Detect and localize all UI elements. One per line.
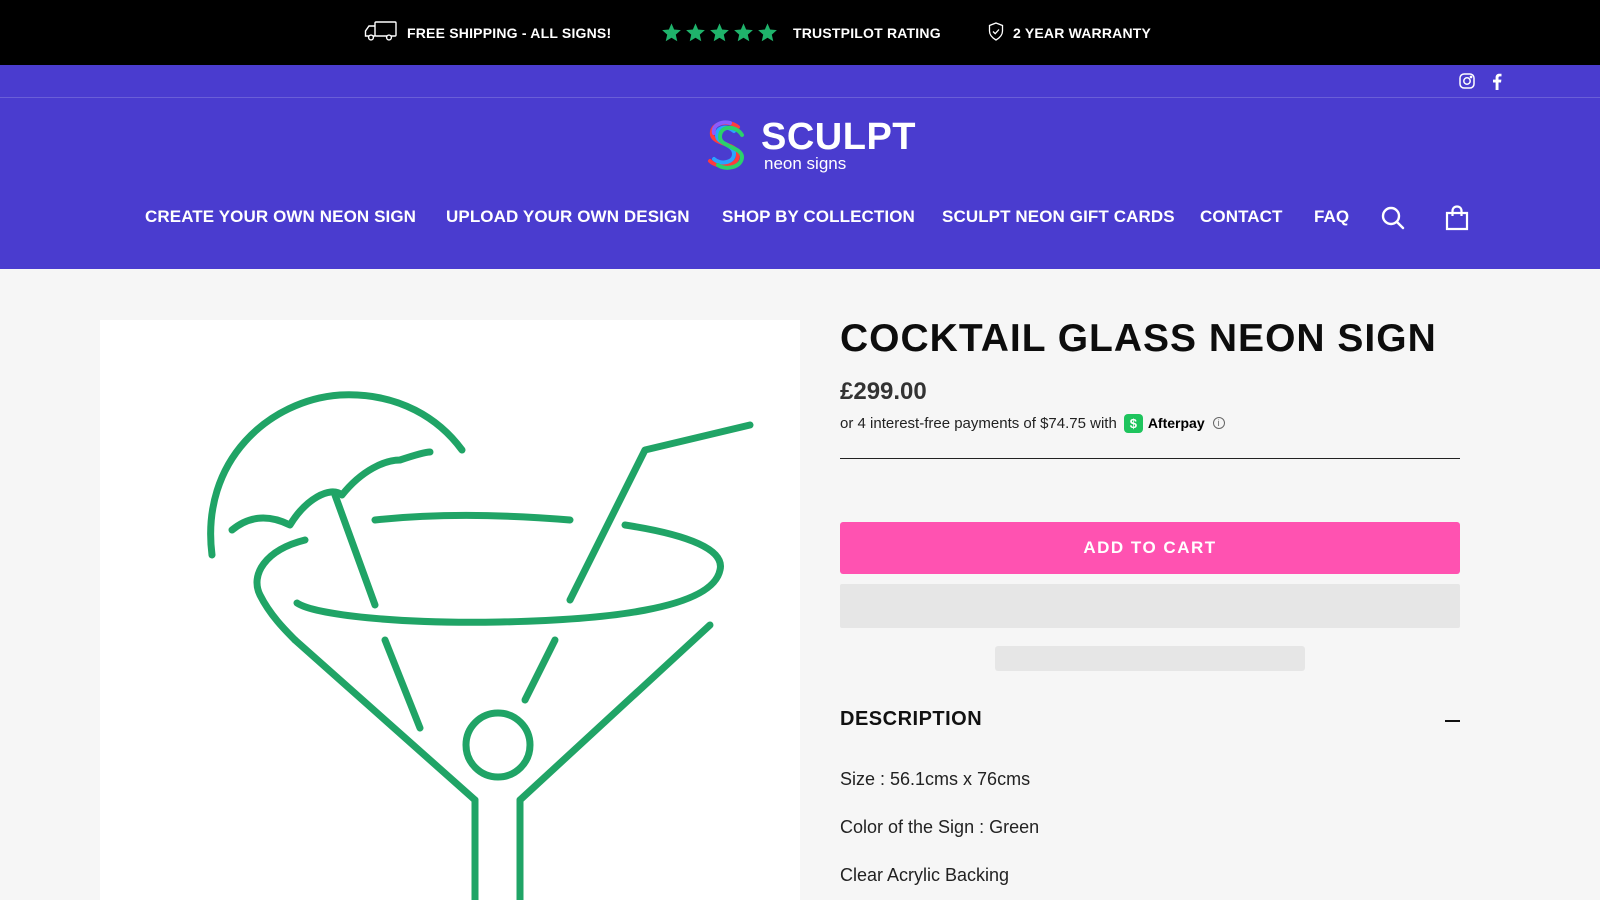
cart-icon[interactable] — [1444, 205, 1470, 231]
afterpay-brand: Afterpay — [1147, 415, 1205, 431]
divider — [840, 458, 1460, 459]
free-shipping-notice: FREE SHIPPING - ALL SIGNS! — [364, 0, 611, 65]
trustpilot-text: TRUSTPILOT RATING — [793, 24, 941, 41]
utility-bar — [0, 65, 1600, 98]
cocktail-glass-neon-graphic — [207, 391, 754, 900]
afterpay-installments: or 4 interest-free payments of $74.75 wi… — [840, 412, 1225, 434]
site-header: SCULPT neon signs CREATE YOUR OWN NEON S… — [0, 65, 1600, 269]
logo-wordmark: SCULPT — [761, 116, 916, 158]
trustpilot-rating[interactable]: TRUSTPILOT RATING — [661, 0, 941, 65]
warranty-notice: 2 YEAR WARRANTY — [988, 0, 1151, 65]
nav-shop-by-collection[interactable]: SHOP BY COLLECTION — [722, 199, 915, 235]
nav-create-your-own[interactable]: CREATE YOUR OWN NEON SIGN — [145, 199, 416, 235]
logo-tagline: neon signs — [764, 154, 847, 173]
description-color: Color of the Sign : Green — [840, 817, 1040, 837]
nav-contact[interactable]: CONTACT — [1200, 199, 1283, 235]
nav-upload-design[interactable]: UPLOAD YOUR OWN DESIGN — [446, 199, 690, 235]
info-icon[interactable]: i — [1212, 417, 1225, 429]
afterpay-logo-icon: $ — [1123, 413, 1143, 433]
olive — [462, 709, 534, 781]
product-title: COCKTAIL GLASS NEON SIGN — [840, 317, 1437, 360]
search-icon[interactable] — [1380, 205, 1406, 231]
express-checkout-placeholder[interactable] — [840, 584, 1460, 628]
star-icon — [757, 22, 778, 43]
product-image[interactable] — [100, 320, 800, 900]
star-icon — [709, 22, 730, 43]
glass-bowl-left — [291, 636, 479, 804]
logo-mark-icon — [708, 120, 745, 170]
product-price: £299.00 — [840, 378, 927, 405]
truck-icon — [364, 20, 398, 45]
umbrella-stick — [331, 491, 379, 609]
warranty-text: 2 YEAR WARRANTY — [1013, 24, 1152, 41]
more-payment-options-placeholder[interactable] — [995, 646, 1305, 671]
glass-rim-back — [371, 511, 574, 524]
site-logo[interactable]: SCULPT neon signs — [698, 115, 916, 175]
instagram-icon[interactable] — [1457, 71, 1477, 91]
description-heading: DESCRIPTION — [840, 708, 983, 730]
star-icon — [661, 22, 682, 43]
straw-top — [566, 421, 754, 604]
straw-lower — [521, 636, 559, 704]
umbrella-canopy — [207, 391, 466, 559]
add-to-cart-button[interactable]: ADD TO CART — [840, 522, 1460, 574]
rating-stars — [661, 22, 778, 43]
collapse-icon — [1445, 720, 1460, 722]
glass-rim-left — [253, 536, 309, 644]
free-shipping-text: FREE SHIPPING - ALL SIGNS! — [407, 24, 612, 41]
facebook-icon[interactable] — [1487, 71, 1507, 91]
star-icon — [733, 22, 754, 43]
star-icon — [685, 22, 706, 43]
main-nav: CREATE YOUR OWN NEON SIGN UPLOAD YOUR OW… — [0, 199, 1600, 235]
description-toggle[interactable]: DESCRIPTION — [840, 704, 1460, 738]
description-size: Size : 56.1cms x 76cms — [840, 769, 1031, 789]
shield-icon — [988, 21, 1004, 44]
umbrella-stick-lower — [381, 636, 424, 732]
nav-gift-cards[interactable]: SCULPT NEON GIFT CARDS — [942, 199, 1175, 235]
announcement-bar: FREE SHIPPING - ALL SIGNS! TRUSTPILOT RA… — [0, 0, 1600, 65]
description-backing: Clear Acrylic Backing — [840, 865, 1010, 885]
nav-faq[interactable]: FAQ — [1314, 199, 1349, 235]
afterpay-text: or 4 interest-free payments of $74.75 wi… — [840, 414, 1117, 432]
